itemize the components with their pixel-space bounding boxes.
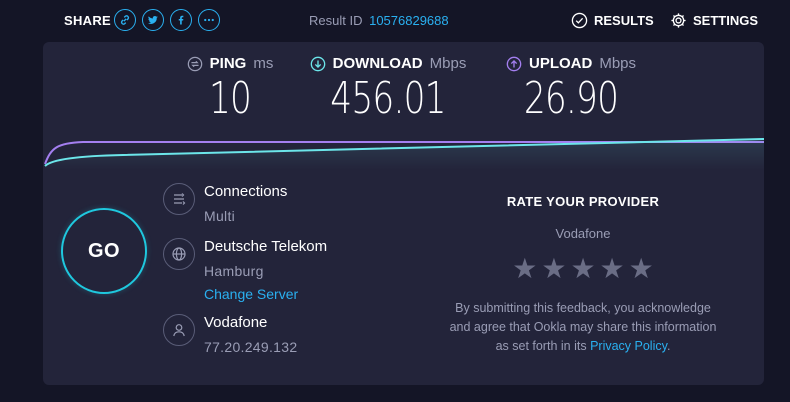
disclaimer-suffix: .: [666, 339, 671, 353]
results-label: RESULTS: [594, 13, 654, 28]
ping-value: 10: [208, 73, 252, 124]
connections-icon: [163, 183, 195, 215]
feedback-disclaimer: By submitting this feedback, you acknowl…: [423, 299, 743, 356]
privacy-policy-link[interactable]: Privacy Policy: [590, 339, 667, 353]
star-icon[interactable]: ★: [541, 255, 566, 283]
download-icon: [310, 56, 325, 71]
download-metric: DOWNLOAD Mbps 456.01: [303, 55, 473, 121]
connections-title: Connections: [204, 183, 288, 200]
results-panel: PING ms 10 DOWNLOAD Mbps 456.01 UPLOAD M…: [43, 42, 764, 385]
upload-value: 26.90: [523, 73, 619, 124]
ping-label: PING: [209, 55, 247, 72]
share-icons: [114, 9, 220, 31]
ping-metric: PING ms 10: [180, 55, 280, 121]
result-id-label: Result ID: [309, 13, 363, 28]
server-name: Deutsche Telekom: [204, 238, 328, 255]
result-id: Result ID 10576829688: [309, 13, 449, 28]
server-city: Hamburg: [204, 263, 264, 279]
top-bar: SHARE Result ID 10576829688 RESULTS SETT…: [0, 0, 790, 42]
star-icon[interactable]: ★: [512, 255, 537, 283]
provider-name: Vodafone: [204, 314, 268, 331]
rate-provider-section: RATE YOUR PROVIDER Vodafone ★ ★ ★ ★ ★ By…: [423, 194, 743, 356]
upload-unit: Mbps: [599, 55, 637, 72]
results-button[interactable]: RESULTS: [571, 12, 654, 29]
star-icon[interactable]: ★: [629, 255, 654, 283]
check-circle-icon: [571, 12, 588, 29]
ping-unit: ms: [253, 55, 274, 72]
upload-label: UPLOAD: [528, 55, 593, 72]
settings-label: SETTINGS: [693, 13, 759, 28]
upload-metric: UPLOAD Mbps 26.90: [501, 55, 641, 121]
ip-address: 77.20.249.132: [204, 339, 298, 355]
speed-graph: [44, 138, 764, 170]
download-value: 456.01: [330, 73, 446, 124]
rate-title: RATE YOUR PROVIDER: [506, 194, 660, 209]
gear-icon: [671, 13, 686, 28]
link-icon[interactable]: [114, 9, 136, 31]
disclaimer-prefix: as set forth in its: [495, 339, 587, 353]
change-server-link[interactable]: Change Server: [204, 286, 298, 302]
globe-icon: [163, 238, 195, 270]
ping-icon: [187, 56, 202, 71]
star-icon[interactable]: ★: [570, 255, 595, 283]
facebook-icon[interactable]: [170, 9, 192, 31]
disclaimer-line-2: and agree that Ookla may share this info…: [449, 320, 717, 334]
twitter-icon[interactable]: [142, 9, 164, 31]
download-unit: Mbps: [429, 55, 467, 72]
upload-icon: [506, 56, 522, 71]
result-id-value[interactable]: 10576829688: [369, 13, 449, 28]
disclaimer-line-3: as set forth in its Privacy Policy.: [423, 337, 743, 356]
rate-provider-name: Vodafone: [555, 226, 611, 241]
more-icon[interactable]: [198, 9, 220, 31]
star-icon[interactable]: ★: [600, 255, 625, 283]
share-label: SHARE: [64, 13, 112, 28]
star-rating: ★ ★ ★ ★ ★: [423, 255, 743, 283]
go-button[interactable]: GO: [61, 208, 147, 294]
download-label: DOWNLOAD: [332, 55, 423, 72]
connections-mode[interactable]: Multi: [204, 208, 235, 224]
settings-button[interactable]: SETTINGS: [670, 12, 758, 29]
user-icon: [163, 314, 195, 346]
disclaimer-line-1: By submitting this feedback, you acknowl…: [455, 301, 711, 315]
